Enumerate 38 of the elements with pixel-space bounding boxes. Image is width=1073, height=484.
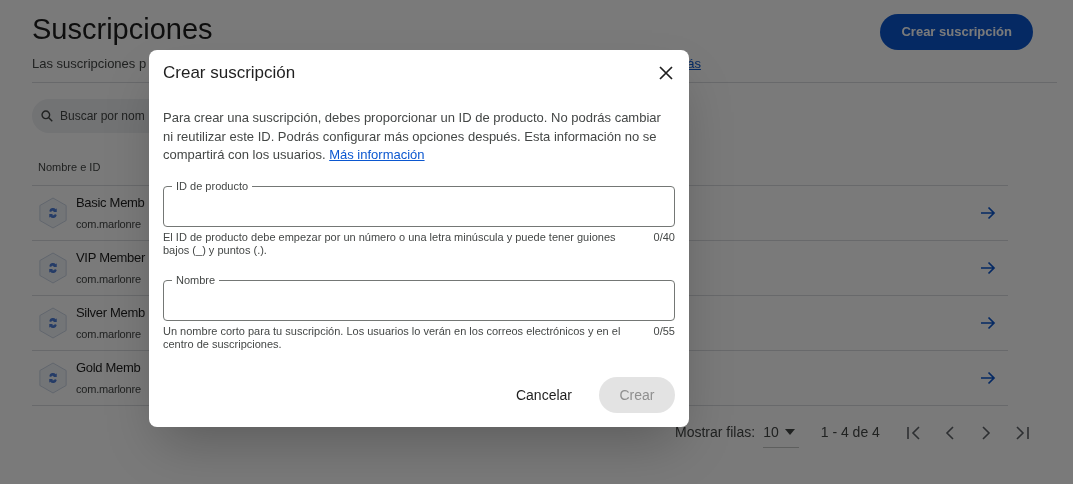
- last-page-icon[interactable]: [1013, 425, 1030, 440]
- text-field[interactable]: ID de producto: [163, 180, 675, 227]
- helper-text: Un nombre corto para tu suscripción. Los usuarios lo verán en los correos electrónicos y en el centro de suscripciones.: [163, 324, 622, 351]
- character-counter: 0/40: [653, 230, 675, 245]
- arrow-right-icon[interactable]: [980, 205, 996, 220]
- cancel-button[interactable]: Cancelar: [509, 377, 578, 413]
- product-id: com.marlonre: [76, 271, 142, 287]
- page-subtitle: Las suscripciones p: [32, 55, 147, 73]
- subscription-name: Basic Memb: [76, 194, 145, 212]
- subscription-name: Gold Memb: [76, 359, 141, 377]
- arrow-right-icon[interactable]: [980, 260, 996, 275]
- column-header: Nombre e ID: [38, 160, 101, 173]
- subscription-icon: [38, 196, 68, 229]
- subscription-icon: [38, 361, 68, 394]
- text-field[interactable]: Nombre: [163, 274, 675, 321]
- subscription-icon: [38, 306, 68, 339]
- more-info-link[interactable]: Más información: [329, 147, 425, 162]
- close-icon[interactable]: [659, 66, 673, 80]
- rows-per-page-label: Mostrar filas:: [675, 423, 756, 442]
- search-icon: [40, 108, 54, 123]
- helper-text: El ID de producto debe empezar por un número o una letra minúscula y puede tener guiones bajos (_) y puntos (.).: [163, 230, 617, 257]
- page-title: Suscripciones: [32, 12, 213, 46]
- dialog-title: Crear suscripción: [163, 62, 296, 85]
- subscription-name: VIP Member: [76, 249, 145, 267]
- rows-per-page-dropdown[interactable]: 10: [763, 417, 799, 448]
- subscription-icon: [38, 251, 68, 284]
- product-id: com.marlonre: [76, 216, 142, 232]
- first-page-icon[interactable]: [905, 425, 922, 440]
- character-counter: 0/55: [653, 324, 675, 339]
- dialog-description: Para crear una suscripción, debes proporcionar un ID de producto. No podrás cambiar ni reutilizar este ID. Podrás configurar más opciones después. Esta información no se compartirá con los usuarios. Más información: [163, 109, 662, 164]
- search-field[interactable]: Buscar por nom: [60, 106, 148, 125]
- product-id: com.marlonre: [76, 381, 141, 397]
- caret-icon: [784, 429, 795, 435]
- arrow-right-icon[interactable]: [980, 315, 996, 330]
- subscription-name: Silver Memb: [76, 304, 145, 322]
- pagination-range: 1 - 4 de 4: [820, 423, 880, 442]
- arrow-right-icon[interactable]: [980, 370, 996, 385]
- product-id: com.marlonre: [76, 326, 142, 342]
